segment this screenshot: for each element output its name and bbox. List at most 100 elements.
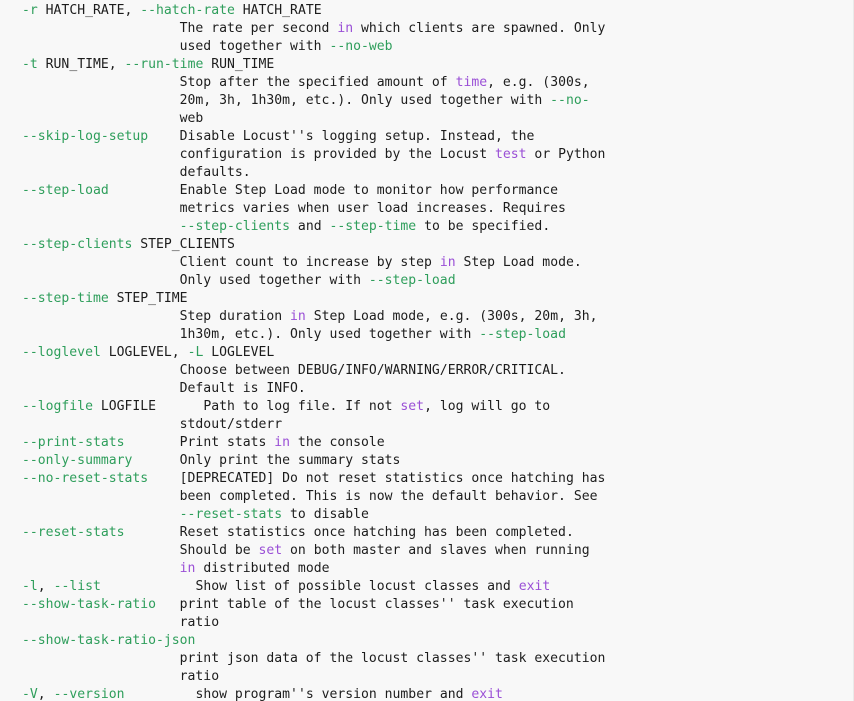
help-line: Default is INFO. xyxy=(0,380,853,398)
option-flag-token: --reset-stats xyxy=(179,507,283,522)
description-text: metrics varies when user load increases.… xyxy=(22,201,566,216)
option-flag-token: --step-clients xyxy=(22,237,133,252)
help-line: 20m, 3h, 1h30m, etc.). Only used togethe… xyxy=(0,92,853,110)
option-flag-token: --run-time xyxy=(124,57,204,72)
description-text: on both master and slaves when running xyxy=(282,543,590,558)
description-text: , xyxy=(37,687,54,701)
description-text: used together with xyxy=(22,39,330,54)
option-flag-token: --version xyxy=(53,687,125,701)
option-flag-token: --only-summary xyxy=(22,453,133,468)
help-line: Step duration in Step Load mode, e.g. (3… xyxy=(0,308,853,326)
help-line: --step-clients STEP_CLIENTS xyxy=(0,236,853,254)
option-flag-token: --print-stats xyxy=(22,435,125,450)
option-flag-token: -t xyxy=(22,57,38,72)
option-flag-token: --step-load xyxy=(22,183,109,198)
help-line: -l, --list Show list of possible locust … xyxy=(0,578,853,596)
help-line: --step-clients and --step-time to be spe… xyxy=(0,218,853,236)
description-text: Stop after the specified amount of xyxy=(22,75,456,90)
description-text: ratio xyxy=(22,615,220,630)
help-line: been completed. This is now the default … xyxy=(0,488,853,506)
description-text: LOGLEVEL, xyxy=(100,345,188,360)
description-text: 20m, 3h, 1h30m, etc.). Only used togethe… xyxy=(22,93,551,108)
help-line: --only-summary Only print the summary st… xyxy=(0,452,853,470)
option-flag-token: --step-time xyxy=(22,291,109,306)
option-flag-token: -r xyxy=(22,3,38,18)
option-flag-token: -L xyxy=(187,345,204,360)
description-text: or Python xyxy=(526,147,606,162)
description-text: STEP_CLIENTS xyxy=(132,237,235,252)
keyword-token: set xyxy=(258,543,283,558)
description-text: Reset statistics once hatching has been … xyxy=(124,525,574,540)
description-text: Enable Step Load mode to monitor how per… xyxy=(108,183,559,198)
option-flag-token: --skip-log-setup xyxy=(22,129,149,144)
option-flag-token: --hatch-rate xyxy=(140,3,235,18)
help-line: Stop after the specified amount of time,… xyxy=(0,74,853,92)
option-flag-token: --step-clients xyxy=(179,219,291,234)
description-text: web xyxy=(22,111,204,126)
help-line: --logfile LOGFILE Path to log file. If n… xyxy=(0,398,853,416)
description-text: Only used together with xyxy=(22,273,369,288)
keyword-token: in xyxy=(290,309,306,324)
description-text: defaults. xyxy=(22,165,251,180)
help-line: Choose between DEBUG/INFO/WARNING/ERROR/… xyxy=(0,362,853,380)
description-text xyxy=(22,219,180,234)
help-line: --step-time STEP_TIME xyxy=(0,290,853,308)
description-text: RUN_TIME, xyxy=(37,57,125,72)
option-flag-token: --show-task-ratio xyxy=(22,597,157,612)
description-text: , log will go to xyxy=(424,399,551,414)
help-line: Should be set on both master and slaves … xyxy=(0,542,853,560)
keyword-token: exit xyxy=(471,687,503,701)
help-line: web xyxy=(0,110,853,128)
keyword-token: time xyxy=(455,75,488,90)
description-text: RUN_TIME xyxy=(203,57,275,72)
help-line: defaults. xyxy=(0,164,853,182)
option-flag-token: --no- xyxy=(550,93,590,108)
description-text: print json data of the locust classes'' … xyxy=(22,651,606,666)
keyword-token: test xyxy=(495,147,527,162)
keyword-token: in xyxy=(439,255,456,270)
cli-help-text-block: -r HATCH_RATE, --hatch-rate HATCH_RATE T… xyxy=(0,0,853,701)
option-flag-token: -V xyxy=(22,687,38,701)
description-text: Print stats xyxy=(124,435,275,450)
description-text: LOGLEVEL xyxy=(203,345,275,360)
help-line: --step-load Enable Step Load mode to mon… xyxy=(0,182,853,200)
help-line: --print-stats Print stats in the console xyxy=(0,434,853,452)
description-text: STEP_TIME xyxy=(108,291,188,306)
option-flag-token: --logfile xyxy=(22,399,93,414)
help-line: configuration is provided by the Locust … xyxy=(0,146,853,164)
help-output-page: -r HATCH_RATE, --hatch-rate HATCH_RATE T… xyxy=(0,0,854,701)
help-line: stdout/stderr xyxy=(0,416,853,434)
description-text: Step Load mode, e.g. (300s, 20m, 3h, xyxy=(305,309,598,324)
option-flag-token: --step-load xyxy=(479,327,566,342)
description-text: Step duration xyxy=(22,309,291,324)
description-text: Should be xyxy=(22,543,259,558)
option-flag-token: --list xyxy=(53,579,101,594)
option-flag-token: --step-load xyxy=(368,273,456,288)
description-text: ratio xyxy=(22,669,220,684)
description-text: to disable xyxy=(282,507,369,522)
description-text: been completed. This is now the default … xyxy=(22,489,598,504)
description-text: show program''s version number and xyxy=(124,687,472,701)
help-line: The rate per second in which clients are… xyxy=(0,20,853,38)
option-flag-token: --no-reset-stats xyxy=(22,471,149,486)
description-text: Default is INFO. xyxy=(22,381,306,396)
keyword-token: in xyxy=(179,561,196,576)
description-text: , xyxy=(37,579,54,594)
option-flag-token: --loglevel xyxy=(22,345,101,360)
help-line: in distributed mode xyxy=(0,560,853,578)
help-line: 1h30m, etc.). Only used together with --… xyxy=(0,326,853,344)
description-text: stdout/stderr xyxy=(22,417,283,432)
option-flag-token: --show-task-ratio-json xyxy=(22,633,196,648)
help-line: --loglevel LOGLEVEL, -L LOGLEVEL xyxy=(0,344,853,362)
help-line: --show-task-ratio print table of the loc… xyxy=(0,596,853,614)
help-line: -r HATCH_RATE, --hatch-rate HATCH_RATE xyxy=(0,2,853,20)
keyword-token: exit xyxy=(518,579,551,594)
description-text: , e.g. (300s, xyxy=(487,75,590,90)
help-line: print json data of the locust classes'' … xyxy=(0,650,853,668)
option-flag-token: --reset-stats xyxy=(22,525,125,540)
help-line: --no-reset-stats [DEPRECATED] Do not res… xyxy=(0,470,853,488)
keyword-token: in xyxy=(337,21,354,36)
description-text: 1h30m, etc.). Only used together with xyxy=(22,327,480,342)
help-line: Client count to increase by step in Step… xyxy=(0,254,853,272)
description-text: print table of the locust classes'' task… xyxy=(156,597,574,612)
